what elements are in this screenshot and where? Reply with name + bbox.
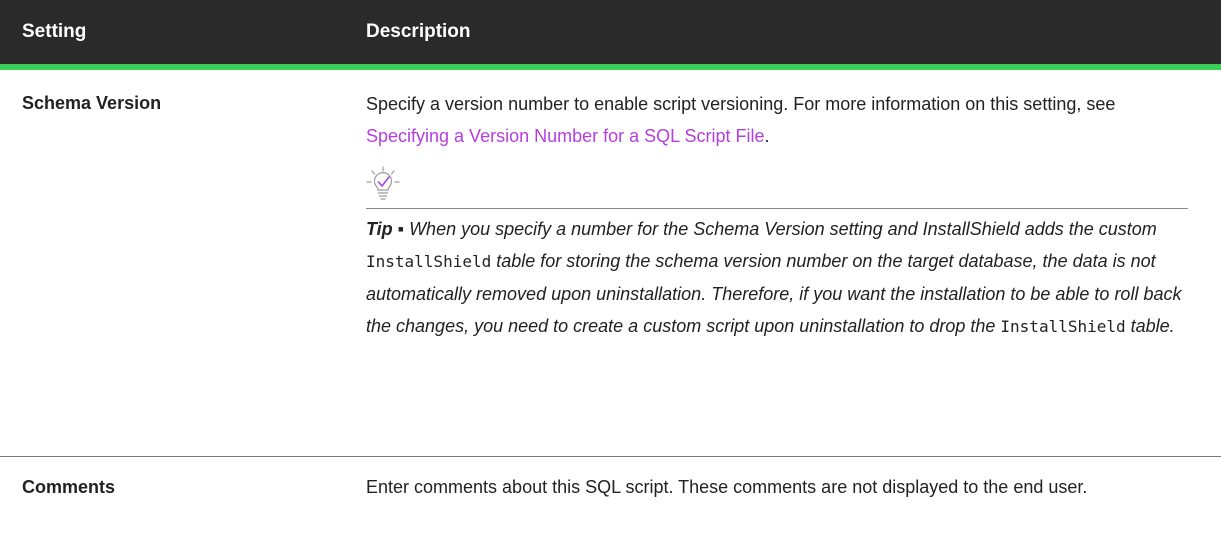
tip-divider bbox=[366, 208, 1188, 209]
settings-table: Setting Description Schema Version Speci… bbox=[0, 0, 1221, 503]
lightbulb-check-icon bbox=[366, 166, 400, 200]
description-post: . bbox=[764, 126, 770, 146]
tip-label: Tip bbox=[366, 219, 393, 239]
setting-description: Specify a version number to enable scrip… bbox=[359, 88, 1195, 456]
setting-name: Schema Version bbox=[22, 93, 162, 113]
table-row: Comments Enter comments about this SQL s… bbox=[0, 457, 1221, 503]
tip-bullet: ▪ bbox=[392, 219, 410, 239]
table-header: Setting Description bbox=[0, 0, 1221, 70]
tip-note: Tip ▪ When you specify a number for the … bbox=[366, 213, 1192, 343]
setting-name: Comments bbox=[22, 477, 116, 497]
tip-icon-wrap bbox=[366, 162, 1195, 202]
tip-code-b: InstallShield bbox=[1000, 317, 1126, 336]
setting-description: Enter comments about this SQL script. Th… bbox=[366, 477, 1088, 497]
version-number-link[interactable]: Specifying a Version Number for a SQL Sc… bbox=[366, 126, 765, 146]
tip-text-a: When you specify a number for the Schema… bbox=[409, 219, 1157, 239]
description-text: Specify a version number to enable scrip… bbox=[366, 88, 1195, 152]
header-setting: Setting bbox=[22, 21, 87, 42]
tip-code-a: InstallShield bbox=[366, 252, 492, 271]
description-pre: Specify a version number to enable scrip… bbox=[366, 94, 1116, 114]
header-description: Description bbox=[366, 21, 471, 42]
tip-text-c: table. bbox=[1125, 316, 1175, 336]
table-row: Schema Version Specify a version number … bbox=[0, 70, 1221, 457]
